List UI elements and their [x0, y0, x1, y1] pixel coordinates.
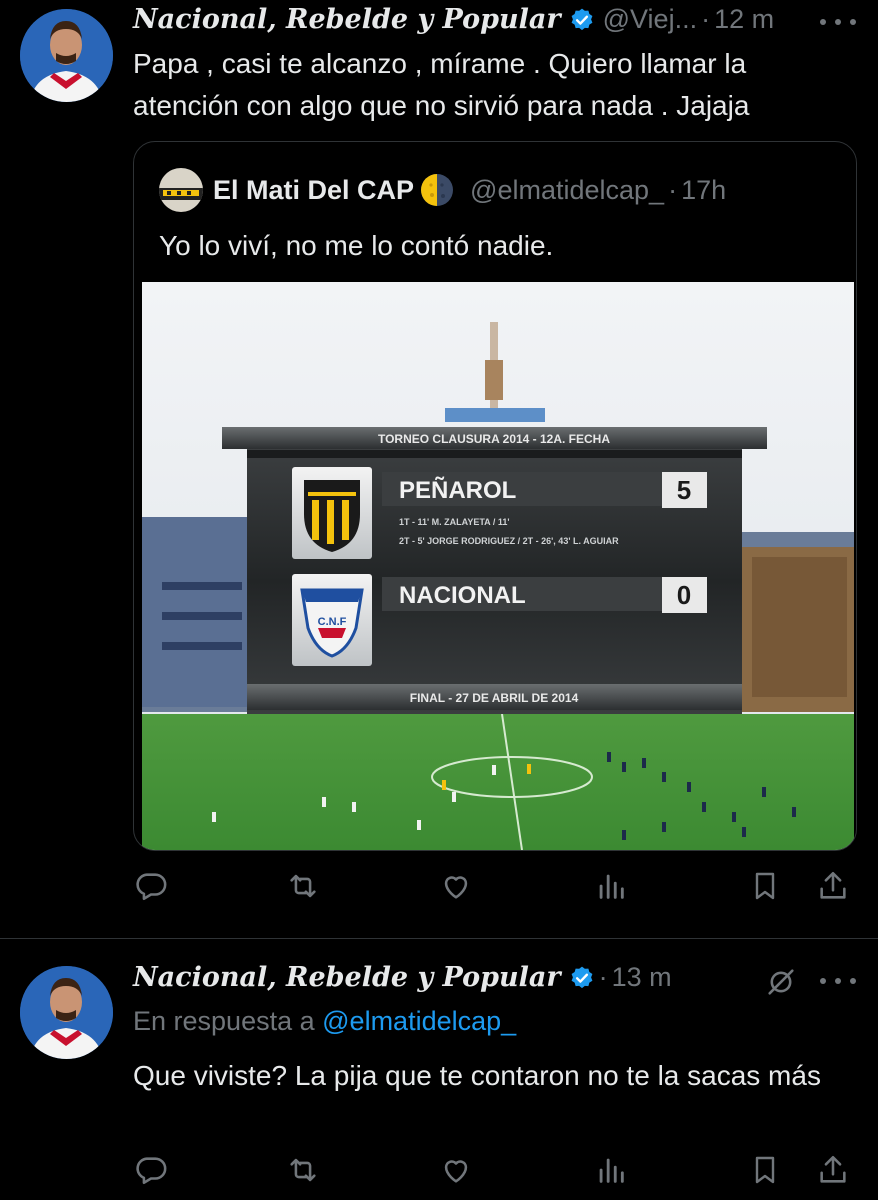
reply-context: En respuesta a @elmatidelcap_: [133, 1006, 516, 1037]
views-icon[interactable]: [591, 866, 631, 906]
timestamp[interactable]: 13 m: [612, 962, 672, 993]
separator: ·: [598, 962, 608, 992]
quoted-media-image[interactable]: TORNEO CLAUSURA 2014 - 12A. FECHA PEÑARO…: [142, 282, 854, 850]
views-icon[interactable]: [591, 1150, 631, 1190]
verified-badge-icon: [571, 8, 593, 30]
more-options-icon[interactable]: [820, 971, 856, 991]
quoted-display-name[interactable]: El Mati Del CAP: [213, 175, 414, 206]
quoted-tweet-text: Yo lo viví, no me lo contó nadie.: [159, 230, 554, 261]
quoted-user-avatar[interactable]: [159, 168, 203, 212]
timestamp[interactable]: 12 m: [714, 4, 774, 35]
reply-mention-link[interactable]: @elmatidelcap_: [322, 1006, 516, 1036]
display-name[interactable]: Nacional, Rebelde y Popular: [133, 962, 561, 993]
like-icon[interactable]: [436, 1150, 476, 1190]
tweet-2-action-bar: [133, 1150, 855, 1194]
home-scorers-line-2: 2T - 5' JORGE RODRIGUEZ / 2T - 26', 43' …: [399, 536, 619, 546]
separator: ·: [668, 174, 678, 205]
tweet-header: Nacional, Rebelde y Popular @Viej... · 1…: [133, 4, 774, 35]
tweet-1[interactable]: Nacional, Rebelde y Popular @Viej... · 1…: [0, 0, 878, 938]
away-score: 0: [677, 580, 691, 610]
bookmark-icon[interactable]: [745, 866, 785, 906]
away-crest-text: C.N.F: [318, 616, 347, 628]
home-scorers-line-1: 1T - 11' M. ZALAYETA / 11': [399, 517, 509, 527]
muted-conversation-icon[interactable]: [764, 965, 798, 999]
more-options-icon[interactable]: [820, 12, 856, 32]
quoted-handle[interactable]: @elmatidelcap_: [470, 175, 664, 206]
quoted-tweet-header: El Mati Del CAP @elmatidelcap_ · 17h: [159, 168, 726, 212]
quoted-tweet[interactable]: El Mati Del CAP @elmatidelcap_ · 17h Yo …: [133, 141, 857, 851]
display-name[interactable]: Nacional, Rebelde y Popular: [133, 4, 561, 35]
separator: ·: [701, 4, 711, 34]
home-team-name: PEÑAROL: [399, 476, 516, 504]
verified-badge-icon: [571, 966, 593, 988]
reply-prefix: En respuesta a: [133, 1006, 315, 1036]
share-icon[interactable]: [813, 1150, 853, 1190]
tweet-text: Papa , casi te alcanzo , mírame . Quiero…: [133, 48, 750, 121]
tweet-text: Que viviste? La pija que te contaron no …: [133, 1060, 821, 1091]
like-icon[interactable]: [436, 866, 476, 906]
user-avatar[interactable]: [20, 966, 113, 1059]
home-crest-top: [308, 492, 356, 496]
tweet-1-action-bar: [133, 866, 855, 910]
reply-icon[interactable]: [131, 1150, 171, 1190]
share-icon[interactable]: [813, 866, 853, 906]
user-avatar[interactable]: [20, 9, 113, 102]
quoted-timestamp[interactable]: 17h: [681, 175, 726, 206]
moon-emoji-icon: [421, 174, 454, 206]
retweet-icon[interactable]: [283, 866, 323, 906]
reply-icon[interactable]: [131, 866, 171, 906]
away-team-name: NACIONAL: [399, 582, 526, 609]
tweet-header: Nacional, Rebelde y Popular · 13 m: [133, 962, 672, 993]
home-score: 5: [677, 475, 691, 505]
competition-title: TORNEO CLAUSURA 2014 - 12A. FECHA: [378, 432, 610, 446]
handle[interactable]: @Viej...: [603, 4, 697, 35]
retweet-icon[interactable]: [283, 1150, 323, 1190]
match-date-footer: FINAL - 27 DE ABRIL DE 2014: [410, 691, 579, 705]
bookmark-icon[interactable]: [745, 1150, 785, 1190]
